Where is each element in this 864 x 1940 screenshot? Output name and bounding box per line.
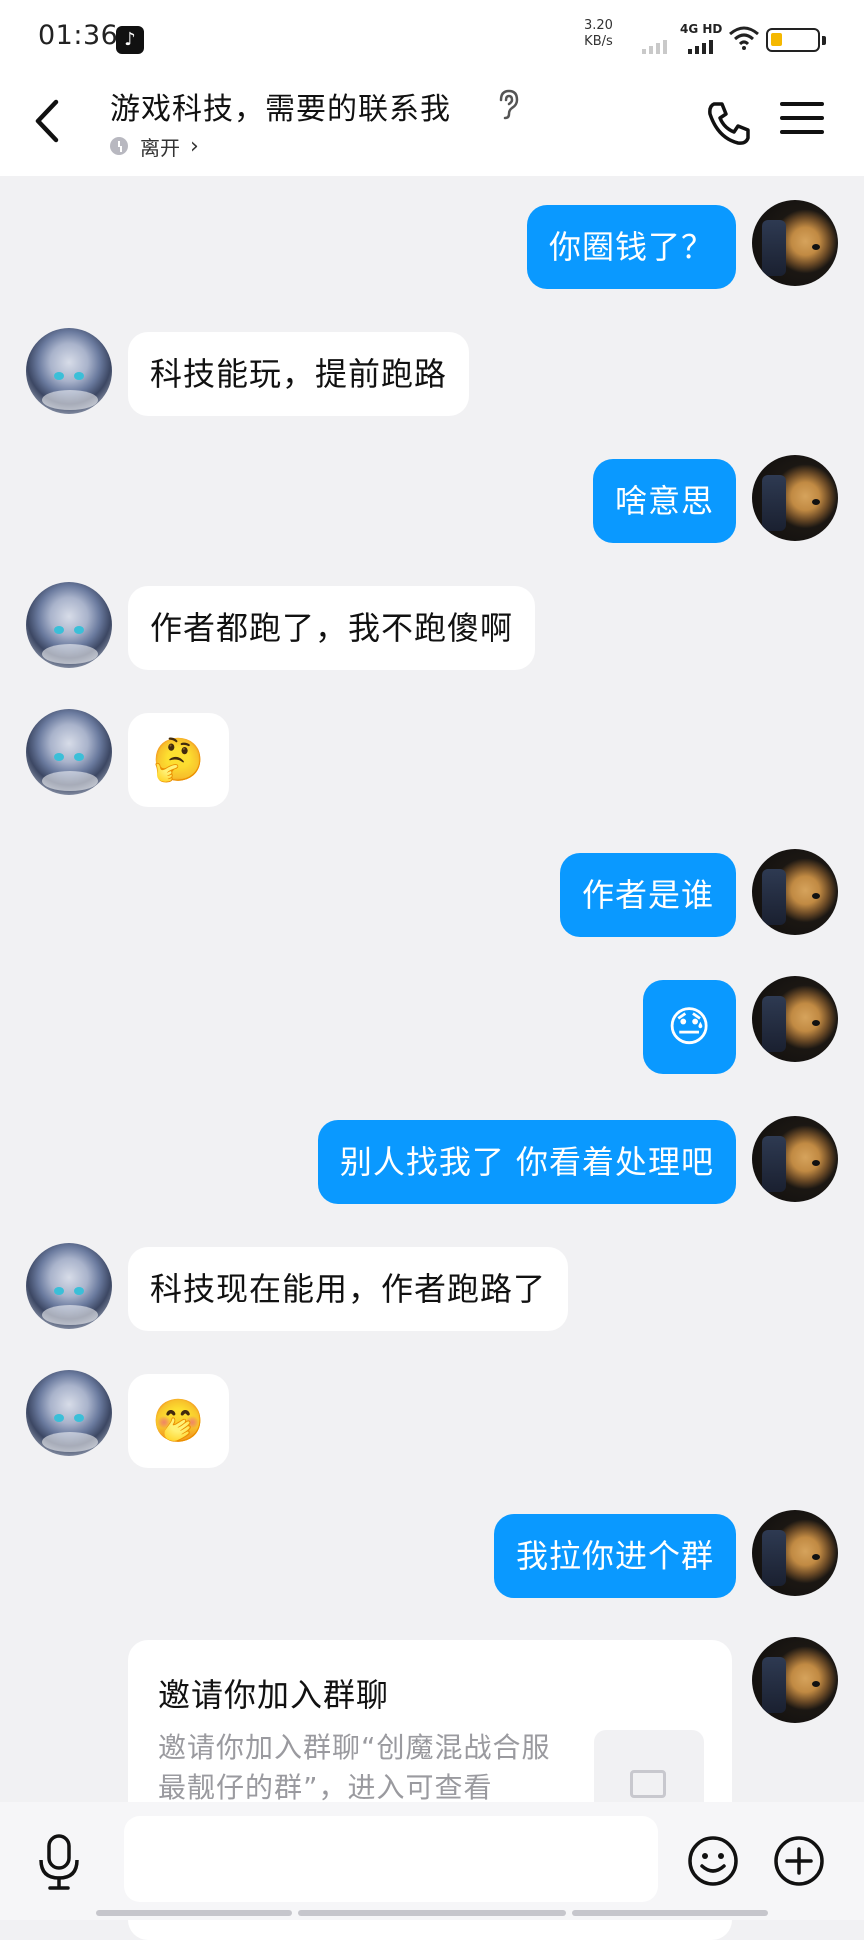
my-avatar[interactable]	[752, 1637, 838, 1723]
presence-status[interactable]: 离开 ›	[110, 128, 199, 164]
contact-avatar[interactable]	[26, 328, 112, 414]
signal-icon	[642, 40, 667, 54]
my-avatar[interactable]	[752, 455, 838, 541]
network-speed-value: 3.20	[584, 18, 613, 33]
phone-icon[interactable]	[704, 98, 754, 148]
clock-icon	[110, 137, 128, 155]
message-bubble-sent[interactable]: 你圈钱了？	[526, 205, 736, 289]
battery-icon	[766, 28, 826, 52]
invite-title: 邀请你加入群聊	[158, 1676, 390, 1714]
message-input[interactable]	[124, 1816, 658, 1902]
message-bubble-sent[interactable]: 别人找我了 你看着处理吧	[317, 1120, 736, 1204]
network-type: 4G HD	[680, 22, 723, 36]
menu-icon[interactable]	[780, 102, 824, 142]
nav-indicator	[572, 1910, 768, 1916]
my-avatar[interactable]	[752, 1116, 838, 1202]
back-icon[interactable]	[28, 96, 68, 146]
plus-icon[interactable]	[772, 1834, 826, 1888]
chat-title[interactable]: 游戏科技，需要的联系我	[110, 84, 451, 128]
nav-indicator	[96, 1910, 292, 1916]
status-time: 01:36	[38, 20, 119, 51]
presence-label: 离开	[140, 135, 180, 160]
nav-indicator	[298, 1910, 566, 1916]
emoji-message-received[interactable]: 🤔	[128, 713, 230, 807]
emoji-icon[interactable]	[686, 1834, 740, 1888]
my-avatar[interactable]	[752, 200, 838, 286]
my-avatar[interactable]	[752, 849, 838, 935]
image-placeholder-icon	[630, 1770, 666, 1798]
network-speed: 3.20 KB/s	[584, 18, 613, 50]
invite-description: 邀请你加入群聊“创魔混战合服最靓仔的群”，进入可查看	[158, 1731, 551, 1804]
network-speed-unit: KB/s	[584, 34, 613, 49]
emoji-message-sent[interactable]: 😓	[643, 980, 736, 1074]
status-bar: 01:36 ♪ 3.20 KB/s 4G HD	[0, 0, 864, 76]
input-bar	[0, 1802, 864, 1920]
tiktok-icon: ♪	[116, 26, 144, 54]
my-avatar[interactable]	[752, 1510, 838, 1596]
signal-strength-icon	[688, 40, 713, 54]
mic-icon[interactable]	[34, 1832, 84, 1892]
contact-avatar[interactable]	[26, 1370, 112, 1456]
message-bubble-sent[interactable]: 作者是谁	[559, 853, 736, 937]
contact-avatar[interactable]	[26, 582, 112, 668]
message-bubble-sent[interactable]: 啥意思	[592, 459, 736, 543]
message-bubble-received[interactable]: 科技现在能用，作者跑路了	[128, 1247, 569, 1331]
message-bubble-received[interactable]: 作者都跑了，我不跑傻啊	[128, 586, 536, 670]
ear-icon	[499, 89, 519, 120]
wifi-icon	[729, 26, 759, 50]
emoji-message-received[interactable]: 🤭	[128, 1374, 230, 1468]
contact-avatar[interactable]	[26, 709, 112, 795]
contact-avatar[interactable]	[26, 1243, 112, 1329]
chat-header: 游戏科技，需要的联系我 离开 ›	[0, 76, 864, 176]
message-bubble-sent[interactable]: 我拉你进个群	[493, 1514, 736, 1598]
message-bubble-received[interactable]: 科技能玩，提前跑路	[128, 332, 470, 416]
chevron-right-icon: ›	[190, 133, 199, 159]
my-avatar[interactable]	[752, 976, 838, 1062]
